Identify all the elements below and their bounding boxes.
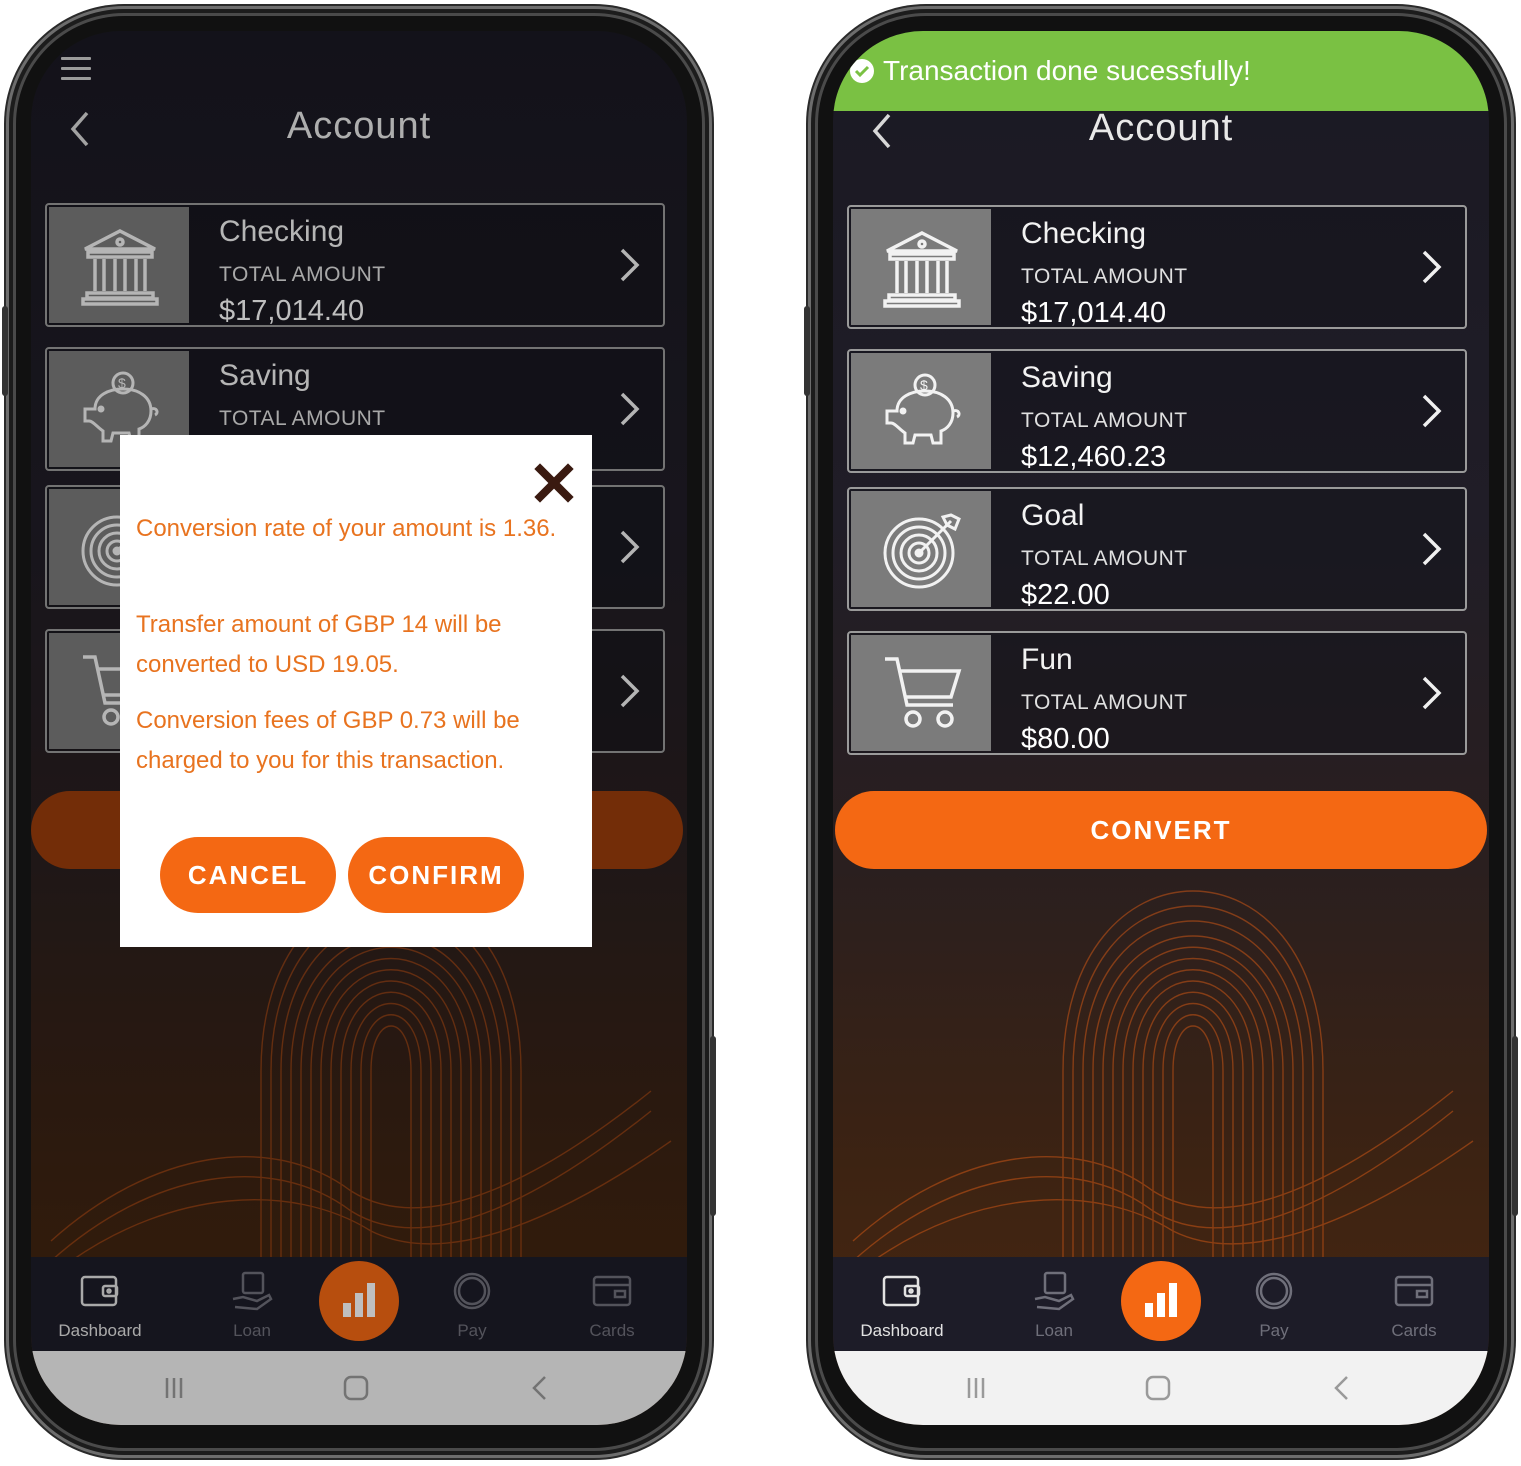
cancel-button[interactable]: CANCEL (160, 837, 336, 913)
nav-analytics-button[interactable] (1121, 1261, 1201, 1341)
system-back-icon[interactable] (1327, 1373, 1357, 1403)
volume-button (804, 306, 810, 396)
screen-right: Transaction done sucessfully! Account Ch… (833, 31, 1489, 1425)
account-name: Goal (1021, 499, 1085, 532)
account-name: Saving (1021, 361, 1113, 394)
nav-loan[interactable]: Loan (999, 1257, 1109, 1351)
chevron-right-icon[interactable] (1421, 675, 1443, 711)
account-label: TOTAL AMOUNT (1021, 547, 1188, 570)
success-message: Transaction done sucessfully! (883, 55, 1251, 86)
account-name: Checking (1021, 217, 1147, 250)
chevron-right-icon[interactable] (1421, 393, 1443, 429)
cart-icon (881, 653, 963, 735)
piggy-bank-icon (881, 371, 963, 453)
transfer-amount-text: Transfer amount of GBP 14 will be conver… (136, 611, 502, 678)
conversion-fees-text: Conversion fees of GBP 0.73 will be char… (136, 707, 520, 774)
bank-icon (881, 227, 963, 309)
account-card-fun[interactable]: Fun TOTAL AMOUNT $80.00 (847, 631, 1467, 755)
phone-left: Account Checking TOTAL AMOUNT $17,014.40… (2, 6, 716, 1458)
target-icon (881, 509, 963, 591)
bottom-nav: Dashboard Loan Pay Cards (833, 1257, 1489, 1351)
volume-button (2, 306, 8, 396)
account-label: TOTAL AMOUNT (1021, 691, 1188, 714)
conversion-dialog: Conversion rate of your amount is 1.36. … (120, 435, 592, 947)
dollar-coin-icon (1253, 1271, 1295, 1311)
account-label: TOTAL AMOUNT (1021, 265, 1188, 288)
account-card-checking[interactable]: Checking TOTAL AMOUNT $17,014.40 (847, 205, 1467, 329)
system-nav-bar (833, 1351, 1489, 1425)
account-amount: $22.00 (1021, 579, 1110, 611)
loan-icon (1033, 1271, 1075, 1311)
chevron-right-icon[interactable] (1421, 531, 1443, 567)
success-toast: Transaction done sucessfully! (833, 31, 1489, 111)
wallet-icon (881, 1271, 923, 1311)
account-amount: $17,014.40 (1021, 297, 1167, 329)
screen-left: Account Checking TOTAL AMOUNT $17,014.40… (31, 31, 687, 1425)
conversion-rate-text: Conversion rate of your amount is 1.36. (136, 515, 557, 542)
power-button (710, 1036, 716, 1216)
recent-apps-icon[interactable] (961, 1373, 991, 1403)
account-amount: $80.00 (1021, 723, 1110, 755)
home-icon[interactable] (1143, 1373, 1173, 1403)
nav-pay[interactable]: Pay (1219, 1257, 1329, 1351)
power-button (1512, 1036, 1518, 1216)
account-label: TOTAL AMOUNT (1021, 409, 1188, 432)
card-icon (1393, 1271, 1435, 1311)
account-amount: $12,460.23 (1021, 441, 1167, 473)
account-name: Fun (1021, 643, 1073, 676)
bar-chart-icon (1143, 1281, 1179, 1319)
check-circle-icon (850, 59, 874, 83)
phone-right: Transaction done sucessfully! Account Ch… (804, 6, 1518, 1458)
nav-cards[interactable]: Cards (1359, 1257, 1469, 1351)
account-card-saving[interactable]: Saving TOTAL AMOUNT $12,460.23 (847, 349, 1467, 473)
chevron-right-icon[interactable] (1421, 249, 1443, 285)
confirm-button[interactable]: CONFIRM (348, 837, 524, 913)
page-title: Account (1088, 107, 1234, 149)
account-card-goal[interactable]: Goal TOTAL AMOUNT $22.00 (847, 487, 1467, 611)
convert-button[interactable]: CONVERT (835, 791, 1487, 869)
nav-dashboard[interactable]: Dashboard (847, 1257, 957, 1351)
close-icon[interactable] (534, 463, 574, 503)
